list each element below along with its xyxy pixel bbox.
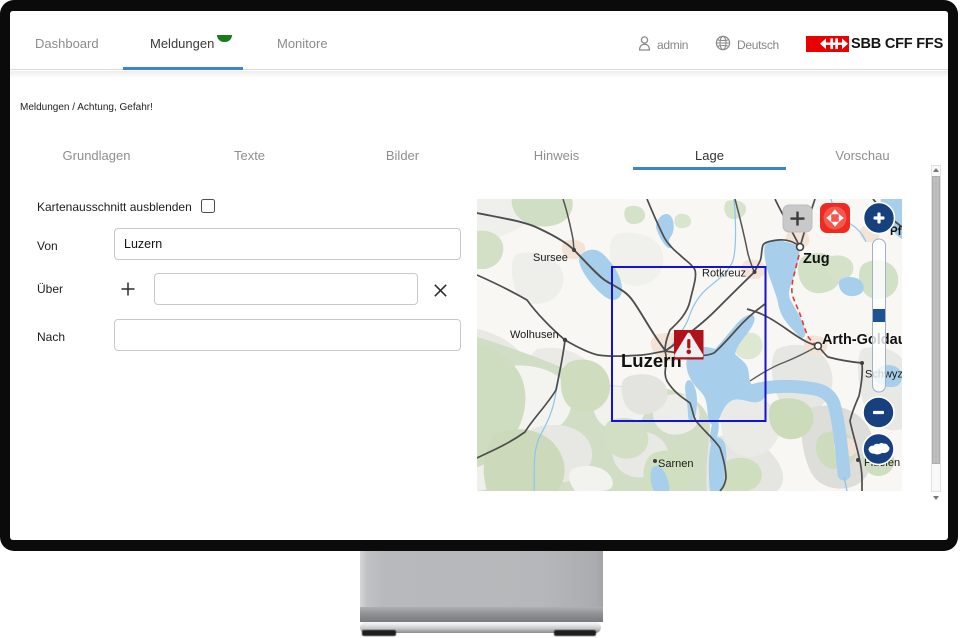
svg-text:Rotkreuz: Rotkreuz: [702, 268, 746, 280]
svg-text:Zug: Zug: [803, 251, 830, 267]
svg-text:Luzern: Luzern: [621, 350, 682, 371]
svg-text:Sursee: Sursee: [533, 252, 568, 264]
svg-text:Arth-Goldau: Arth-Goldau: [822, 332, 902, 348]
svg-text:Wolhusen: Wolhusen: [510, 329, 559, 341]
svg-text:Sarnen: Sarnen: [658, 458, 693, 470]
